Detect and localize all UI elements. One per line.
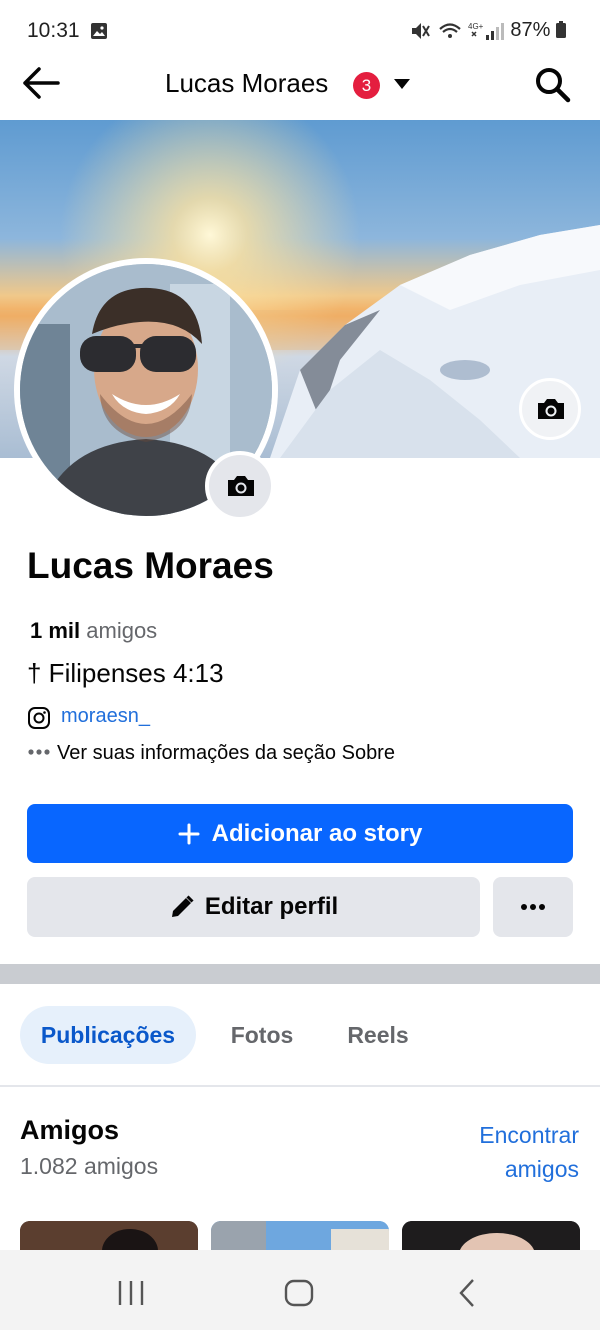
more-dots-icon (521, 904, 545, 910)
edit-cover-button[interactable] (519, 378, 581, 440)
status-bar: 10:31 4G+ 87% (0, 0, 600, 60)
find-friends-link[interactable]: Encontrar amigos (479, 1118, 579, 1186)
friends-section-title: Amigos (20, 1115, 120, 1145)
section-divider (0, 964, 600, 984)
friends-count: 1 mil (30, 618, 81, 643)
tab-fotos[interactable]: Fotos (218, 1006, 306, 1064)
svg-text:4G+: 4G+ (468, 22, 484, 31)
instagram-icon (28, 707, 50, 729)
battery-level: 87% (510, 19, 566, 42)
search-icon[interactable] (534, 66, 572, 104)
notification-badge: 3 (353, 72, 380, 99)
pencil-icon (171, 895, 194, 917)
edit-profile-button[interactable]: Editar perfil (27, 877, 480, 937)
friend-photo (211, 1221, 389, 1251)
camera-icon (538, 399, 564, 419)
find-friends-line2: amigos (504, 1156, 579, 1182)
about-section-link[interactable]: Ver suas informações da seção Sobre (27, 742, 395, 765)
friends-label: amigos (86, 618, 158, 643)
edit-avatar-button[interactable] (205, 451, 275, 521)
profile-bio: † Filipenses 4:13 (27, 658, 224, 688)
friend-thumbnail[interactable] (402, 1221, 580, 1251)
tab-publicacoes[interactable]: Publicações (20, 1006, 196, 1064)
friend-thumbnail[interactable] (20, 1221, 198, 1251)
tabs-separator (0, 1085, 600, 1087)
recent-apps-icon[interactable] (117, 1280, 145, 1306)
more-options-button[interactable] (493, 877, 573, 937)
friends-summary[interactable]: 1 mil amigos (30, 618, 157, 644)
back-arrow-icon[interactable] (22, 66, 60, 100)
system-navigation-bar (0, 1250, 600, 1330)
status-icons: 4G+ (412, 22, 504, 40)
header-title[interactable]: Lucas Moraes (165, 68, 328, 99)
friend-photo (20, 1221, 198, 1251)
profile-name: Lucas Moraes (27, 545, 274, 586)
edit-profile-label: Editar perfil (204, 893, 339, 920)
instagram-handle: moraesn_ (61, 705, 150, 727)
friend-photo (402, 1221, 580, 1251)
back-nav-icon[interactable] (457, 1278, 477, 1308)
home-icon[interactable] (284, 1279, 314, 1307)
camera-icon (228, 476, 254, 496)
more-dots-icon (28, 749, 50, 755)
friends-section-count: 1.082 amigos (20, 1153, 159, 1179)
add-story-label: Adicionar ao story (211, 819, 423, 847)
gallery-icon (91, 23, 107, 39)
chevron-down-icon[interactable] (394, 79, 410, 89)
find-friends-line1: Encontrar (479, 1122, 579, 1148)
battery-icon (556, 21, 566, 38)
status-time: 10:31 (27, 19, 80, 42)
add-story-button[interactable]: Adicionar ao story (27, 804, 573, 863)
about-link-text: Ver suas informações da seção Sobre (57, 742, 395, 764)
friend-thumbnail[interactable] (211, 1221, 389, 1251)
plus-icon (178, 823, 200, 844)
tab-reels[interactable]: Reels (336, 1006, 420, 1064)
